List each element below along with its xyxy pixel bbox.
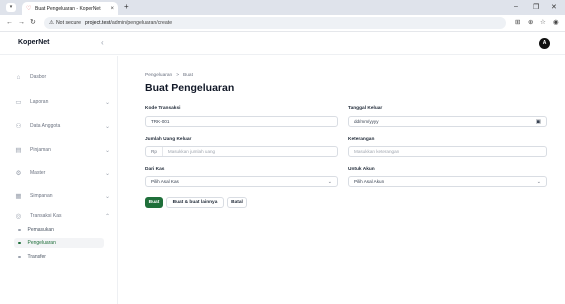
chevron-down-icon: ⌄ <box>104 123 110 130</box>
security-label: Not secure <box>55 20 82 26</box>
sidebar-item-label: Data Anggota <box>30 123 61 129</box>
cash-icon: ◎ <box>15 213 22 220</box>
sidebar-subitem-transfer[interactable]: Transfer <box>14 252 104 262</box>
address-bar-row: ← → ↻ ⚠ Not secure project.test /admin/p… <box>0 15 565 32</box>
cancel-button[interactable]: Batal <box>227 197 247 208</box>
new-tab-button[interactable]: + <box>124 3 129 11</box>
breadcrumb-parent-link[interactable]: Pengeluaran <box>145 73 172 78</box>
user-avatar[interactable]: A <box>539 38 550 49</box>
gear-icon: ⚙ <box>15 170 22 177</box>
untuk-akun-label: Untuk Akun <box>348 167 375 172</box>
calendar-icon[interactable]: ▣ <box>536 119 541 125</box>
close-window-icon[interactable]: ✕ <box>551 3 557 11</box>
chevron-down-icon: ⌄ <box>536 178 541 185</box>
tanggal-keluar-value: dd/mm/yyyy <box>354 119 379 124</box>
currency-prefix: Rp <box>151 147 163 156</box>
kode-transaksi-field[interactable]: TRK-001 <box>145 116 338 127</box>
app-header: KoperNet ‹ A <box>0 33 565 55</box>
bullet-icon <box>18 255 21 259</box>
dari-kas-label: Dari Kas <box>145 167 165 172</box>
home-icon: ⌂ <box>16 73 21 81</box>
dari-kas-value: Pilih Asal Kas <box>151 179 179 184</box>
untuk-akun-select[interactable]: Pilih Asal Akun ⌄ <box>348 176 547 187</box>
bullet-icon <box>18 228 21 232</box>
chevron-down-icon: ⌄ <box>104 170 110 177</box>
sidebar-item-master[interactable]: ⚙ Master ⌄ <box>14 167 110 179</box>
breadcrumb-current: Buat <box>183 73 193 78</box>
browser-tab[interactable]: ♡ Buat Pengeluaran - KoperNet × <box>22 2 118 15</box>
tab-close-icon[interactable]: × <box>110 6 114 12</box>
kode-transaksi-label: Kode Transaksi <box>145 106 181 111</box>
keterangan-placeholder: Masukkan keterangan <box>354 149 400 154</box>
tanggal-keluar-field[interactable]: dd/mm/yyyy ▣ <box>348 116 547 127</box>
tanggal-keluar-label: Tanggal Keluar <box>348 106 383 111</box>
bullet-icon <box>18 241 21 245</box>
sidebar-item-label: Master <box>30 170 46 176</box>
sidebar-item-dasbor[interactable]: ⌂ Dasbor <box>14 71 110 83</box>
keterangan-label: Keterangan <box>348 137 375 142</box>
brand-logo[interactable]: KoperNet <box>18 39 50 46</box>
sidebar-subitem-label: Pengeluaran <box>27 240 56 246</box>
sidebar-item-label: Transaksi Kas <box>30 213 62 219</box>
chevron-down-icon: ⌄ <box>104 193 110 200</box>
zoom-icon[interactable]: ⊕ <box>528 19 533 27</box>
chevron-down-icon: ⌄ <box>327 178 332 185</box>
url-field[interactable]: ⚠ Not secure project.test /admin/pengelu… <box>44 17 506 29</box>
sidebar-item-label: Laporan <box>30 99 49 105</box>
sidebar-item-data-anggota[interactable]: ⚇ Data Anggota ⌄ <box>14 120 110 132</box>
savings-icon: ▦ <box>15 193 22 200</box>
jumlah-uang-label: Jumlah Uang Keluar <box>145 137 192 142</box>
breadcrumb-separator: > <box>176 73 180 78</box>
sidebar-item-label: Pinjaman <box>30 147 51 153</box>
collapse-sidebar-icon[interactable]: ‹ <box>101 38 104 48</box>
translate-icon[interactable]: ⊞ <box>515 19 520 27</box>
sidebar-item-label: Simpanan <box>30 193 53 199</box>
dari-kas-select[interactable]: Pilih Asal Kas ⌄ <box>145 176 338 187</box>
url-host: project.test <box>85 20 111 26</box>
users-icon: ⚇ <box>15 123 22 130</box>
document-icon: ▭ <box>15 99 22 106</box>
sidebar-subitem-label: Pemasukan <box>27 227 54 233</box>
untuk-akun-value: Pilih Asal Akun <box>354 179 385 184</box>
sidebar-item-laporan[interactable]: ▭ Laporan ⌄ <box>14 96 110 108</box>
loan-icon: ▤ <box>15 147 22 154</box>
back-icon[interactable]: ← <box>6 19 13 27</box>
minimize-icon[interactable]: – <box>514 3 518 10</box>
keterangan-field[interactable]: Masukkan keterangan <box>348 146 547 157</box>
sidebar-subitem-pemasukan[interactable]: Pemasukan <box>14 225 104 235</box>
warning-icon: ⚠ <box>49 20 54 26</box>
sidebar-item-simpanan[interactable]: ▦ Simpanan ⌄ <box>14 190 110 202</box>
jumlah-uang-field[interactable]: Rp Masukkan jumlah uang <box>145 146 338 157</box>
create-button[interactable]: Buat <box>145 197 163 208</box>
sidebar-item-pinjaman[interactable]: ▤ Pinjaman ⌄ <box>14 144 110 156</box>
tab-title: Buat Pengeluaran - KoperNet <box>35 5 101 12</box>
chevron-down-icon: ⌄ <box>104 99 110 106</box>
bookmark-star-icon[interactable]: ☆ <box>540 19 546 27</box>
url-path: /admin/pengeluaran/create <box>110 20 173 26</box>
sidebar-subitem-label: Transfer <box>27 254 46 260</box>
sidebar-subitem-pengeluaran[interactable]: Pengeluaran <box>14 238 104 248</box>
forward-icon[interactable]: → <box>18 19 25 27</box>
sidebar-item-label: Dasbor <box>30 74 47 80</box>
reload-icon[interactable]: ↻ <box>30 19 36 27</box>
browser-tab-bar: ▾ ♡ Buat Pengeluaran - KoperNet × + – ❐ … <box>0 0 565 15</box>
profile-icon[interactable]: ◉ <box>553 19 559 27</box>
jumlah-uang-placeholder: Masukkan jumlah uang <box>167 149 216 154</box>
favicon-icon: ♡ <box>26 5 32 12</box>
restore-icon[interactable]: ❐ <box>533 3 539 11</box>
breadcrumb: Pengeluaran > Buat <box>145 73 193 78</box>
tab-search-icon[interactable]: ▾ <box>6 3 16 12</box>
chevron-up-icon: ⌃ <box>104 213 110 220</box>
kode-transaksi-value: TRK-001 <box>151 119 170 124</box>
chevron-down-icon: ⌄ <box>104 147 110 154</box>
create-another-button[interactable]: Buat & buat lainnya <box>166 197 224 208</box>
page-title: Buat Pengeluaran <box>145 82 235 94</box>
sidebar: ⌂ Dasbor ▭ Laporan ⌄ ⚇ Data Anggota ⌄ ▤ … <box>0 56 118 304</box>
sidebar-item-transaksi-kas[interactable]: ◎ Transaksi Kas ⌃ <box>14 210 110 222</box>
